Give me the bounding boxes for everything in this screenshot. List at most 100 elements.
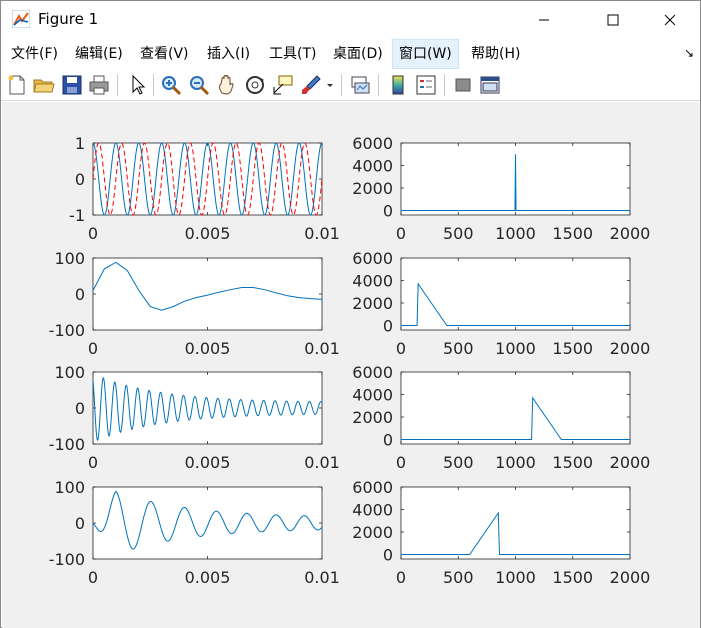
menu-desktop[interactable]: 桌面(D) [327,39,389,69]
x-tick-label: 500 [443,339,474,358]
x-tick-label: 1000 [495,453,536,472]
x-tick-label: 0.01 [304,339,340,358]
y-tick-label: 2000 [352,523,393,542]
x-tick-label: 0.005 [185,453,231,472]
x-tick-label: 1000 [495,224,536,243]
x-tick-label: 0 [88,453,98,472]
y-tick-label: 4000 [352,386,393,405]
figure-toolbar [1,69,700,101]
x-tick-label: 1500 [552,224,593,243]
x-tick-label: 2000 [610,224,651,243]
x-tick-label: 1500 [552,339,593,358]
y-tick-label: -1 [69,206,85,225]
y-tick-label: -100 [49,321,85,340]
x-tick-label: 500 [443,568,474,587]
y-tick-label: 4000 [352,272,393,291]
x-tick-label: 0 [88,568,98,587]
y-tick-label: 2000 [352,179,393,198]
menu-edit[interactable]: 编辑(E) [69,39,129,69]
x-tick-label: 500 [443,224,474,243]
y-tick-label: 0 [383,317,393,336]
zoom-in-button[interactable] [159,73,183,97]
x-tick-label: 1000 [495,568,536,587]
toolbar-separator [444,74,445,96]
x-tick-label: 1500 [552,568,593,587]
window-title: Figure 1 [38,10,99,28]
toolbar-separator [117,74,118,96]
minimize-button[interactable] [521,1,567,39]
subplot-4-axes [400,257,631,331]
title-bar[interactable]: Figure 1 [1,1,700,39]
print-icon [89,75,109,95]
zoom-in-icon [162,76,182,96]
y-tick-label: 6000 [352,363,393,382]
y-tick-label: 100 [54,363,85,382]
colorbar-button[interactable] [386,73,410,97]
maximize-icon [607,14,619,26]
y-tick-label: 6000 [352,249,393,268]
figure-window: Figure 1 文件(F) 编辑(E) 查看(V) 插入(I) 工具(T) 桌… [0,0,701,628]
pointer-icon [132,74,146,95]
x-tick-label: 1500 [552,453,593,472]
rotate-3d-button[interactable] [243,73,267,97]
y-tick-label: 2000 [352,294,393,313]
menu-view[interactable]: 查看(V) [134,39,195,69]
x-tick-label: 0.005 [185,224,231,243]
x-tick-label: 2000 [610,453,651,472]
y-tick-label: -100 [49,435,85,454]
subplot-8-axes [400,486,631,560]
figure-canvas[interactable]: 0 0.005 0.01 -1 0 1 0 500 1000 1500 2000 0 2000 4000 6… [2,102,700,628]
brush-dropdown[interactable] [323,73,337,97]
save-icon [62,75,82,95]
subplot-7-axes [92,486,323,560]
chevron-down-icon [327,84,333,87]
pan-icon [219,75,234,95]
x-tick-label: 2000 [610,339,651,358]
menu-bar: 文件(F) 编辑(E) 查看(V) 插入(I) 工具(T) 桌面(D) 窗口(W… [1,39,700,69]
menu-help[interactable]: 帮助(H) [465,39,526,69]
x-tick-label: 0 [396,568,406,587]
open-file-button[interactable] [32,73,56,97]
show-plot-tools-button[interactable] [478,73,502,97]
new-figure-icon [8,75,25,95]
data-cursor-icon [273,75,293,95]
dock-arrow-icon[interactable]: ↘ [684,46,694,60]
y-tick-label: 0 [383,546,393,565]
x-tick-label: 0.005 [185,339,231,358]
y-tick-label: 1 [75,134,85,153]
link-plot-icon [351,76,370,94]
legend-button[interactable] [414,73,438,97]
brush-button[interactable] [299,73,323,97]
y-tick-label: -100 [49,550,85,569]
close-button[interactable] [647,1,693,39]
x-tick-label: 0.01 [304,453,340,472]
x-tick-label: 0 [396,224,406,243]
menu-tools[interactable]: 工具(T) [263,39,322,69]
y-tick-label: 0 [383,202,393,221]
pan-button[interactable] [215,73,239,97]
colorbar-icon [392,75,404,95]
print-button[interactable] [87,73,111,97]
x-tick-label: 500 [443,453,474,472]
hide-plot-tools-button[interactable] [451,73,475,97]
x-tick-label: 0 [396,453,406,472]
x-tick-label: 0.01 [304,568,340,587]
zoom-out-button[interactable] [187,73,211,97]
menu-window[interactable]: 窗口(W) [392,39,459,69]
pointer-button[interactable] [125,73,149,97]
y-tick-label: 0 [75,285,85,304]
y-tick-label: 100 [54,249,85,268]
toolbar-separator [341,74,342,96]
y-tick-label: 0 [75,399,85,418]
save-button[interactable] [60,73,84,97]
menu-file[interactable]: 文件(F) [5,39,64,69]
y-tick-label: 2000 [352,408,393,427]
maximize-button[interactable] [590,1,636,39]
x-tick-label: 2000 [610,568,651,587]
menu-insert[interactable]: 插入(I) [201,39,256,69]
link-plot-button[interactable] [348,73,372,97]
data-cursor-button[interactable] [271,73,295,97]
rotate-3d-icon [246,76,264,94]
new-figure-button[interactable] [5,73,29,97]
toolbar-separator [378,74,379,96]
